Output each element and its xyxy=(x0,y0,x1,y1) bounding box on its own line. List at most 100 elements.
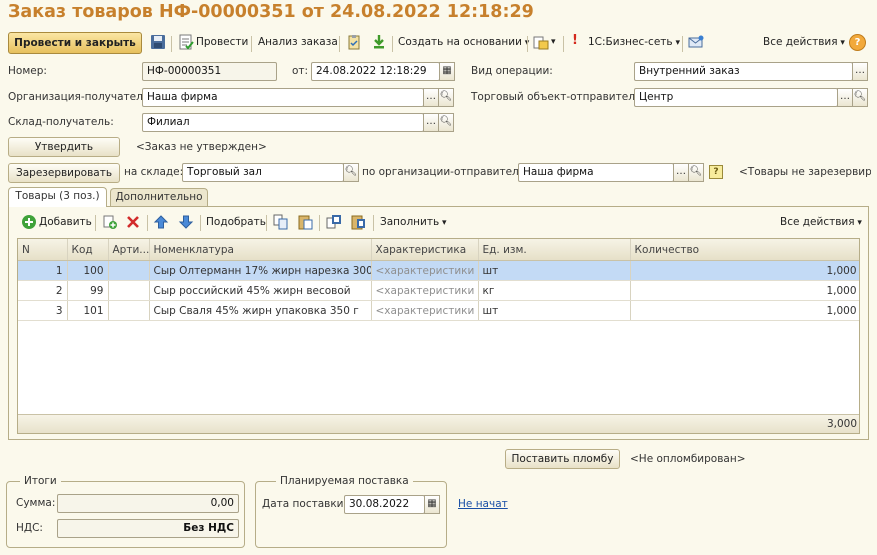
document-structure-icon[interactable] xyxy=(533,34,549,50)
pick-button[interactable]: Подобрать xyxy=(206,214,266,230)
goods-table-grid: N Код Арти... Номенклатура Характеристик… xyxy=(18,239,859,321)
col-header-unit[interactable]: Ед. изм. xyxy=(478,239,631,261)
download-arrow-icon[interactable] xyxy=(371,34,387,50)
business-network-menu[interactable]: 1С:Бизнес-сеть xyxy=(588,34,680,51)
goods-table[interactable]: N Код Арти... Номенклатура Характеристик… xyxy=(17,238,860,434)
total-quantity: 3,000 xyxy=(826,418,857,430)
search-icon[interactable]: 🔍︎ xyxy=(688,163,704,182)
calendar-icon[interactable]: ▦ xyxy=(424,495,440,514)
toolbar-separator xyxy=(339,36,340,52)
toolbar-separator xyxy=(251,36,252,52)
toolbar-separator xyxy=(171,36,172,52)
cell-n: 3 xyxy=(18,300,68,321)
post-and-close-button[interactable]: Провести и закрыть xyxy=(8,32,142,54)
clipboard-check-icon[interactable] xyxy=(346,34,362,50)
move-down-icon[interactable] xyxy=(178,214,194,230)
col-header-quantity[interactable]: Количество xyxy=(630,239,859,261)
mail-send-icon[interactable] xyxy=(688,34,704,50)
approve-status: <Заказ не утвержден> xyxy=(136,141,267,153)
add-icon xyxy=(21,214,37,230)
add-row-button[interactable]: Добавить xyxy=(39,214,92,230)
recipient-warehouse-field[interactable]: Филиал xyxy=(142,113,424,132)
col-header-characteristic[interactable]: Характеристика xyxy=(371,239,479,261)
search-icon[interactable]: 🔍︎ xyxy=(438,113,454,132)
sum-field: 0,00 xyxy=(57,494,239,513)
planned-delivery-group xyxy=(255,481,447,548)
copy-row-icon[interactable] xyxy=(102,214,118,230)
date-label: от: xyxy=(292,65,309,77)
post-button[interactable]: Провести xyxy=(196,34,248,50)
create-based-on-menu[interactable]: Создать на основании xyxy=(398,34,529,51)
number-field[interactable]: НФ-00000351 xyxy=(142,62,277,81)
cell-unit: кг xyxy=(478,280,631,301)
reserve-button[interactable]: Зарезервировать xyxy=(8,163,120,183)
reserve-warehouse-field[interactable]: Торговый зал xyxy=(182,163,344,182)
toolbar-separator xyxy=(95,215,96,231)
recipient-org-label: Организация-получатель: xyxy=(8,91,153,103)
help-icon[interactable]: ? xyxy=(849,34,866,51)
col-header-article[interactable]: Арти... xyxy=(108,239,150,261)
toolbar-separator xyxy=(563,36,564,52)
tab-goods[interactable]: Товары (3 поз.) xyxy=(8,187,107,207)
copy-multiple-icon[interactable] xyxy=(326,214,342,230)
set-seal-button[interactable]: Поставить пломбу xyxy=(505,449,620,469)
select-ellipsis-button[interactable]: … xyxy=(423,113,439,132)
cell-quantity: 1,000 xyxy=(630,280,859,301)
chevron-down-icon[interactable]: ▾ xyxy=(551,34,556,50)
toolbar-separator xyxy=(200,215,201,231)
select-ellipsis-button[interactable]: … xyxy=(852,62,868,81)
col-header-n[interactable]: N xyxy=(18,239,68,261)
search-icon[interactable]: 🔍︎ xyxy=(852,88,868,107)
tab-additional[interactable]: Дополнительно xyxy=(110,188,208,207)
delivery-date-field[interactable]: 30.08.2022 xyxy=(344,495,425,514)
toolbar-separator xyxy=(392,36,393,52)
select-ellipsis-button[interactable]: … xyxy=(673,163,689,182)
col-header-code[interactable]: Код xyxy=(67,239,109,261)
toolbar-separator xyxy=(682,36,683,52)
post-icon xyxy=(178,34,194,50)
select-ellipsis-button[interactable]: … xyxy=(837,88,853,107)
cell-nomenclature: Сыр Олтерманн 17% жирн нарезка 300 г xyxy=(149,260,372,281)
table-row[interactable]: 2 99 Сыр российский 45% жирн весовой <ха… xyxy=(18,280,859,301)
table-row[interactable]: 3 101 Сыр Сваля 45% жирн упаковка 350 г … xyxy=(18,300,859,321)
window-title: Заказ товаров НФ-00000351 от 24.08.2022 … xyxy=(8,2,534,22)
exclamation-icon: ! xyxy=(572,33,578,48)
cell-quantity: 1,000 xyxy=(630,260,859,281)
calendar-icon[interactable]: ▦ xyxy=(439,62,455,81)
cell-article xyxy=(108,280,150,301)
toolbar-separator xyxy=(147,215,148,231)
select-ellipsis-button[interactable]: … xyxy=(423,88,439,107)
cell-code: 99 xyxy=(67,280,109,301)
recipient-org-field[interactable]: Наша фирма xyxy=(142,88,424,107)
search-icon[interactable]: 🔍︎ xyxy=(438,88,454,107)
delete-icon[interactable] xyxy=(125,214,141,230)
col-header-nomenclature[interactable]: Номенклатура xyxy=(149,239,372,261)
reserve-org-field[interactable]: Наша фирма xyxy=(518,163,674,182)
paste-multiple-icon[interactable] xyxy=(350,214,366,230)
grid-all-actions-menu[interactable]: Все действия xyxy=(780,214,862,231)
cell-code: 100 xyxy=(67,260,109,281)
reserve-warehouse-label: на складе: xyxy=(124,166,184,178)
seal-status: <Не опломбирован> xyxy=(630,453,746,465)
cell-nomenclature: Сыр российский 45% жирн весовой xyxy=(149,280,372,301)
cell-article xyxy=(108,260,150,281)
fill-menu[interactable]: Заполнить xyxy=(380,214,447,231)
search-icon[interactable]: 🔍︎ xyxy=(343,163,359,182)
date-field[interactable]: 24.08.2022 12:18:29 xyxy=(311,62,440,81)
table-row[interactable]: 1 100 Сыр Олтерманн 17% жирн нарезка 300… xyxy=(18,260,859,281)
paste-icon[interactable] xyxy=(297,214,313,230)
sender-object-field[interactable]: Центр xyxy=(634,88,838,107)
analyze-order-button[interactable]: Анализ заказа xyxy=(258,34,338,50)
all-actions-menu[interactable]: Все действия xyxy=(763,34,845,51)
cell-unit: шт xyxy=(478,260,631,281)
move-up-icon[interactable] xyxy=(153,214,169,230)
operation-field[interactable]: Внутренний заказ xyxy=(634,62,853,81)
reserve-help-icon[interactable]: ? xyxy=(709,165,723,179)
toolbar-separator xyxy=(266,215,267,231)
table-footer: 3,000 xyxy=(18,414,859,433)
delivery-status-link[interactable]: Не начат xyxy=(458,495,508,513)
cell-characteristic: <характеристики ... xyxy=(371,260,479,281)
save-icon[interactable] xyxy=(150,34,166,50)
approve-button[interactable]: Утвердить xyxy=(8,137,120,157)
copy-icon[interactable] xyxy=(273,214,289,230)
